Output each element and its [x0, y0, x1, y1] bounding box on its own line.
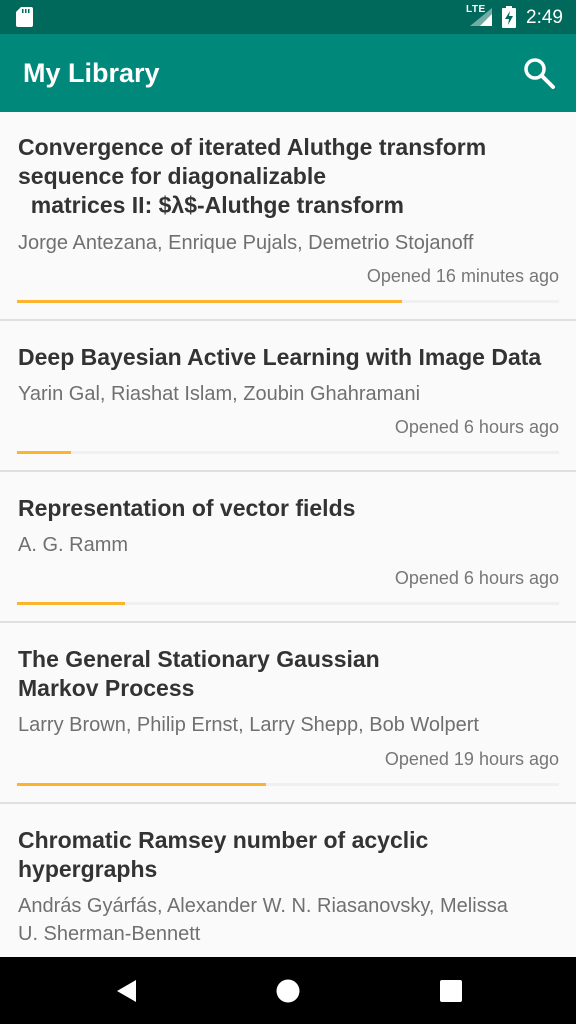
sd-card-icon: [16, 7, 33, 27]
paper-title: The General Stationary Gaussian Markov P…: [0, 623, 576, 703]
list-item[interactable]: Deep Bayesian Active Learning with Image…: [0, 321, 576, 472]
list-item[interactable]: Chromatic Ramsey number of acyclic hyper…: [0, 804, 576, 957]
reading-progress-fill: [17, 783, 267, 786]
clock: 2:49: [526, 7, 563, 28]
reading-progress: [17, 783, 559, 786]
recents-icon[interactable]: [440, 980, 462, 1002]
paper-title: Representation of vector fields: [0, 472, 576, 523]
reading-progress: [17, 300, 559, 303]
paper-title-line: Convergence of iterated Aluthge transfor…: [18, 134, 487, 160]
paper-title-line: Markov Process: [18, 675, 195, 701]
list-item[interactable]: Convergence of iterated Aluthge transfor…: [0, 112, 576, 321]
paper-authors-line: András Gyárfás, Alexander W. N. Riasanov…: [18, 895, 508, 917]
opened-time: Opened 16 minutes ago: [366, 266, 559, 286]
search-icon[interactable]: [522, 56, 556, 90]
opened-time: Opened 19 hours ago: [384, 749, 559, 769]
paper-authors: András Gyárfás, Alexander W. N. Riasanov…: [0, 892, 576, 948]
opened-time: Opened 6 hours ago: [394, 568, 559, 588]
opened-time: Opened 6 hours ago: [394, 417, 559, 437]
paper-title-line: Representation of vector fields: [18, 495, 356, 521]
list-item[interactable]: Representation of vector fields A. G. Ra…: [0, 472, 576, 623]
library-list[interactable]: Convergence of iterated Aluthge transfor…: [0, 112, 576, 957]
reading-progress-fill: [17, 602, 126, 605]
paper-title-line: matrices II: $λ$-Aluthge transform: [18, 192, 404, 218]
paper-title-line: hypergraphs: [18, 856, 158, 882]
paper-title-line: sequence for diagonalizable: [18, 163, 327, 189]
back-icon[interactable]: [116, 979, 138, 1003]
status-bar: LTE 2:49: [0, 0, 576, 34]
paper-title: Deep Bayesian Active Learning with Image…: [0, 321, 576, 372]
paper-authors: A. G. Ramm: [18, 534, 129, 556]
paper-title: Chromatic Ramsey number of acyclic hyper…: [0, 804, 576, 884]
navigation-bar: [0, 957, 576, 1024]
paper-authors: Larry Brown, Philip Ernst, Larry Shepp, …: [18, 714, 479, 736]
list-item[interactable]: The General Stationary Gaussian Markov P…: [0, 623, 576, 804]
paper-authors: Jorge Antezana, Enrique Pujals, Demetrio…: [18, 232, 474, 254]
home-icon[interactable]: [276, 979, 300, 1003]
app-bar: My Library: [0, 34, 576, 112]
reading-progress: [17, 602, 559, 605]
paper-title-line: Chromatic Ramsey number of acyclic: [18, 827, 429, 853]
paper-authors-line: U. Sherman-Bennett: [18, 923, 201, 945]
signal-icon: [470, 8, 492, 26]
page-title: My Library: [23, 58, 160, 88]
battery-charging-icon: [502, 6, 516, 28]
reading-progress-fill: [17, 300, 402, 303]
reading-progress-fill: [17, 451, 72, 454]
paper-title-line: The General Stationary Gaussian: [18, 646, 380, 672]
paper-authors: Yarin Gal, Riashat Islam, Zoubin Ghahram…: [18, 383, 421, 405]
paper-title-line: Deep Bayesian Active Learning with Image…: [18, 344, 542, 370]
reading-progress: [17, 451, 559, 454]
paper-title: Convergence of iterated Aluthge transfor…: [0, 112, 576, 220]
